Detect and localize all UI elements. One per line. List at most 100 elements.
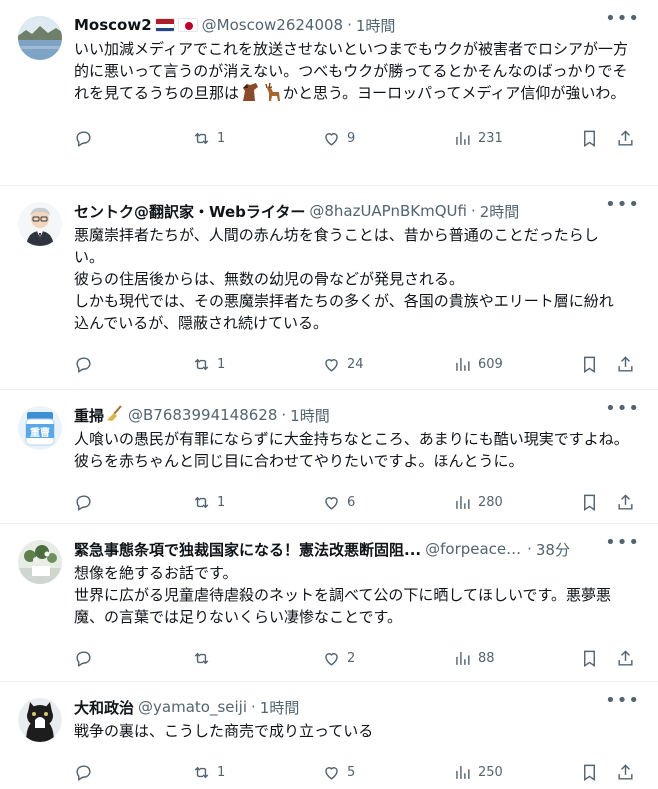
heart-icon <box>325 132 338 146</box>
tweet-text: 戦争の裏は、こうした商売で成り立っている <box>74 722 374 740</box>
separator-dot: · <box>527 540 532 558</box>
cat-photo-avatar[interactable] <box>18 698 62 742</box>
bookmark-button[interactable] <box>580 492 599 512</box>
view-count: 280 <box>478 494 503 510</box>
reply-icon <box>76 130 91 147</box>
heart-icon <box>325 766 338 780</box>
tweet-actions: 1 5 250 <box>74 750 642 789</box>
bookmark-icon <box>584 130 595 147</box>
separator-dot: · <box>251 698 256 716</box>
timeline-feed: Moscow2 @Moscow2624008 · 1時間 いい加減メディアでこれ… <box>0 0 658 789</box>
reply-button[interactable] <box>74 492 93 512</box>
share-button[interactable] <box>616 354 635 374</box>
more-options-icon[interactable]: ••• <box>605 534 640 552</box>
reply-button[interactable] <box>74 762 93 782</box>
like-button[interactable]: 2 <box>322 648 355 668</box>
tweet-text: 人喰いの愚民が有罪にならずに大金持ちなところ、あまりにも酷い現実ですよね。 彼ら… <box>74 430 637 470</box>
deer-icon <box>261 82 283 108</box>
tweet-actions: 1 9 231 <box>74 116 642 160</box>
share-icon <box>618 129 633 146</box>
views-chart-icon <box>456 651 470 665</box>
bookmark-icon <box>584 764 595 781</box>
retweet-count: 1 <box>217 356 226 372</box>
tweet[interactable]: 大和政治 @yamato_seiji · 1時間 戦争の裏は、こうした商売で成り… <box>0 682 658 789</box>
share-icon <box>618 763 633 780</box>
reply-icon <box>76 356 91 373</box>
share-icon <box>618 649 633 666</box>
tweet[interactable]: 重曹 重掃 @B7683994148628 · 1時間 人喰いの愚民が有罪になら… <box>0 390 658 524</box>
user-handle[interactable]: @B7683994148628 <box>128 406 277 424</box>
views-button[interactable]: 88 <box>453 648 495 668</box>
user-handle[interactable]: @Moscow2624008 <box>202 16 343 34</box>
share-button[interactable] <box>616 492 635 512</box>
user-handle[interactable]: @forpeacee... <box>425 540 523 558</box>
retweet-button[interactable] <box>192 648 217 668</box>
retweet-count: 1 <box>217 764 226 780</box>
views-button[interactable]: 609 <box>453 354 503 374</box>
retweet-button[interactable]: 1 <box>192 762 225 782</box>
more-options-icon[interactable]: ••• <box>605 196 640 214</box>
heart-icon <box>325 358 338 372</box>
separator-dot: · <box>281 406 287 424</box>
timestamp[interactable]: 2時間 <box>480 201 520 222</box>
retweet-icon <box>194 496 209 508</box>
timestamp[interactable]: 38分 <box>536 539 570 560</box>
retweet-button[interactable]: 1 <box>192 354 225 374</box>
retweet-icon <box>194 358 209 370</box>
display-name[interactable]: 重掃 <box>74 405 104 426</box>
views-button[interactable]: 280 <box>453 492 503 512</box>
reply-button[interactable] <box>74 354 93 374</box>
bookmark-button[interactable] <box>580 762 599 782</box>
bookmark-button[interactable] <box>580 648 599 668</box>
like-button[interactable]: 9 <box>322 128 355 148</box>
more-options-icon[interactable]: ••• <box>605 10 640 28</box>
share-button[interactable] <box>616 648 635 668</box>
more-options-icon[interactable]: ••• <box>605 692 640 710</box>
japan-flag <box>177 18 198 32</box>
timestamp[interactable]: 1時間 <box>356 15 396 36</box>
tweet-actions: 1 6 280 <box>74 480 642 524</box>
views-chart-icon <box>456 765 470 779</box>
illustrated-man-avatar[interactable] <box>18 202 62 246</box>
netherlands-flag <box>154 18 175 32</box>
display-name[interactable]: Moscow2 <box>74 16 152 34</box>
like-button[interactable]: 6 <box>322 492 355 512</box>
tweet[interactable]: 緊急事態条項で独裁国家になる！憲法改悪断固阻... @forpeacee... … <box>0 524 658 682</box>
reply-icon <box>76 650 91 667</box>
lake-photo-avatar[interactable] <box>18 16 62 60</box>
retweet-button[interactable]: 1 <box>192 492 225 512</box>
display-name[interactable]: セントク@翻訳家・Webライター <box>74 201 305 222</box>
reply-icon <box>76 494 91 511</box>
share-button[interactable] <box>616 128 635 148</box>
share-icon <box>618 493 633 510</box>
reply-button[interactable] <box>74 648 93 668</box>
horse-icon <box>239 82 261 108</box>
share-button[interactable] <box>616 762 635 782</box>
like-button[interactable]: 5 <box>322 762 355 782</box>
view-count: 250 <box>478 764 503 780</box>
display-name[interactable]: 大和政治 <box>74 697 134 718</box>
views-button[interactable]: 231 <box>453 128 503 148</box>
reply-button[interactable] <box>74 128 93 148</box>
display-name[interactable]: 緊急事態条項で独裁国家になる！憲法改悪断固阻... <box>74 539 421 560</box>
retweet-icon <box>194 766 209 778</box>
like-button[interactable]: 24 <box>322 354 364 374</box>
timestamp[interactable]: 1時間 <box>290 405 330 426</box>
retweet-icon <box>194 132 209 144</box>
bookmark-button[interactable] <box>580 354 599 374</box>
jar-label-avatar[interactable]: 重曹 <box>18 406 62 450</box>
views-chart-icon <box>456 131 470 145</box>
retweet-button[interactable]: 1 <box>192 128 225 148</box>
view-count: 609 <box>478 356 503 372</box>
bookmark-icon <box>584 356 595 373</box>
user-handle[interactable]: @yamato_seiji <box>138 698 247 716</box>
more-options-icon[interactable]: ••• <box>605 400 640 418</box>
flowers-photo-avatar[interactable] <box>18 540 62 584</box>
views-button[interactable]: 250 <box>453 762 503 782</box>
timestamp[interactable]: 1時間 <box>260 697 300 718</box>
tweet[interactable]: セントク@翻訳家・Webライター @8hazUAPnBKmQUfi · 2時間 … <box>0 186 658 390</box>
tweet[interactable]: Moscow2 @Moscow2624008 · 1時間 いい加減メディアでこれ… <box>0 0 658 186</box>
user-handle[interactable]: @8hazUAPnBKmQUfi <box>309 202 467 220</box>
bookmark-button[interactable] <box>580 128 599 148</box>
like-count: 24 <box>347 356 364 372</box>
